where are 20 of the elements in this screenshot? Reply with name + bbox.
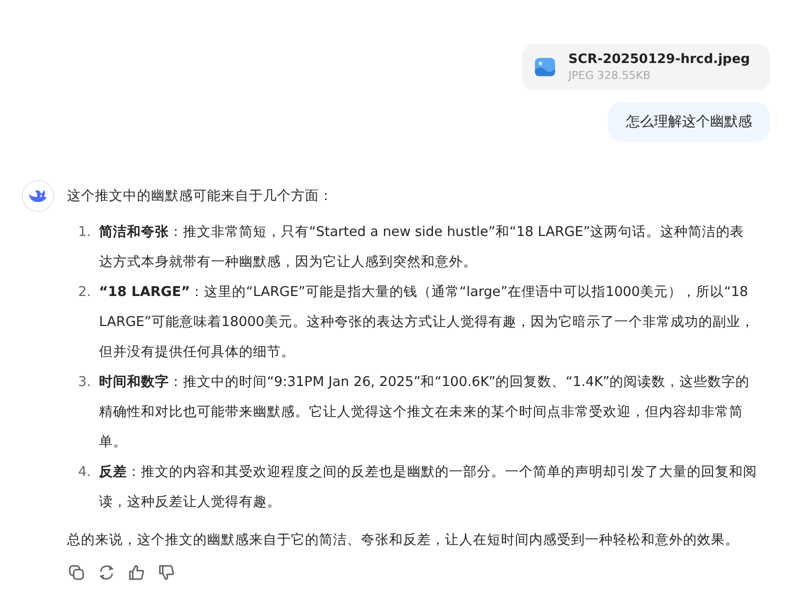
answer-summary: 总的来说，这个推文的幽默感来自于它的简洁、夸张和反差，让人在短时间内感受到一种轻松和意外的效果。	[67, 531, 740, 550]
answer-intro: 这个推文中的幽默感可能来自于几个方面：	[67, 187, 334, 206]
list-item-text: “18 LARGE”：这里的“LARGE”可能是指大量的钱（通常“large”在俚语中可以指1000美元），所以“18 LARGE”可能意味着18000美元。这种夸张的表达方式让人觉得有趣，因为它暗示了一个非常成功的副业，但并没有提供任何具体的细节。	[99, 283, 756, 362]
thumbs-down-icon[interactable]	[157, 563, 176, 582]
whale-avatar-icon	[22, 180, 54, 212]
regenerate-icon[interactable]	[97, 563, 116, 582]
list-item-text: 反差：推文的内容和其受欢迎程度之间的反差也是幽默的一部分。一个简单的声明却引发了大量的回复和阅读，这种反差让人觉得有趣。	[99, 463, 757, 512]
file-meta: JPEG 328.55KB	[568, 69, 652, 82]
file-name: SCR-20250129-hrcd.jpeg	[568, 52, 750, 67]
list-number: 4.	[77, 463, 91, 482]
list-number: 3.	[77, 373, 91, 392]
copy-icon[interactable]	[67, 563, 86, 582]
list-number: 1.	[77, 223, 91, 242]
list-item-text: 简洁和夸张：推文非常简短，只有“Started a new side hustle”和“18 LARGE”这两句话。这种简洁的表达方式本身就带有一种幽默感，因为它让人感到突然和意外。	[99, 223, 746, 272]
user-message: 怎么理解这个幽默感	[608, 102, 770, 142]
list-item-text: 时间和数字：推文中的时间“9:31PM Jan 26, 2025”和“100.6K”的回复数、“1.4K”的阅读数，这些数字的精确性和对比也可能带来幽默感。它让人觉得这个推文在未来的某个时间点非常受欢迎，但内容却非常简单。	[99, 373, 751, 452]
list-number: 2.	[77, 283, 91, 302]
image-file-icon	[534, 56, 556, 78]
attachment-card[interactable]: SCR-20250129-hrcd.jpeg JPEG 328.55KB	[522, 44, 770, 90]
thumbs-up-icon[interactable]	[127, 563, 146, 582]
